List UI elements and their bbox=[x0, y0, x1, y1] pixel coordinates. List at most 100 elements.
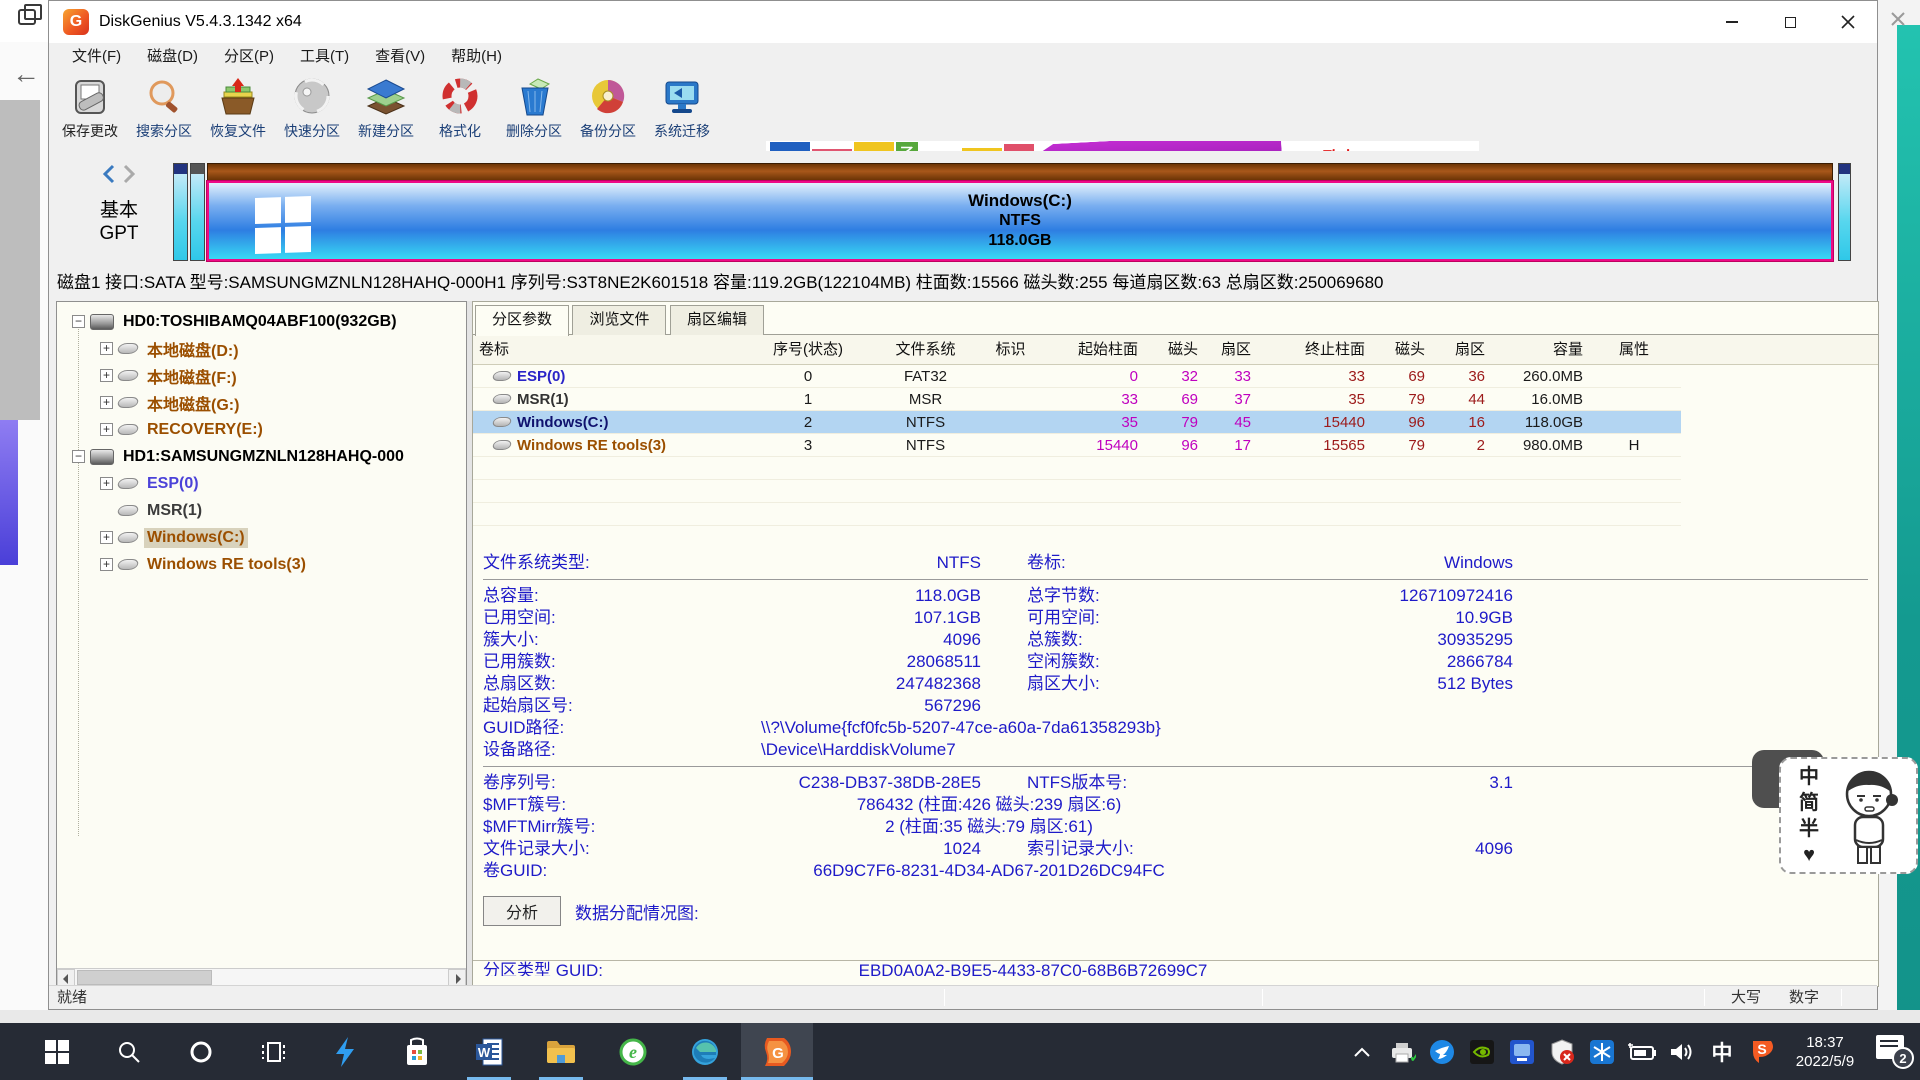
column-header[interactable]: 标识 bbox=[978, 335, 1043, 364]
tree-item[interactable]: +Windows(C:) bbox=[57, 524, 466, 551]
detail-value: 4096 bbox=[669, 629, 981, 651]
menu-item[interactable]: 帮助(H) bbox=[438, 43, 515, 71]
expand-icon[interactable]: + bbox=[100, 558, 113, 571]
internet-explorer-button[interactable]: e bbox=[597, 1023, 669, 1080]
scrollbar-thumb[interactable] bbox=[77, 970, 212, 985]
expand-icon[interactable]: + bbox=[100, 396, 113, 409]
word-button[interactable]: W bbox=[453, 1023, 525, 1080]
new-partition-button[interactable]: 新建分区 bbox=[349, 71, 423, 149]
tree-item[interactable]: +RECOVERY(E:) bbox=[57, 416, 466, 443]
tray-printer-icon[interactable]: ✓ bbox=[1382, 1023, 1422, 1080]
table-row[interactable]: Windows RE tools(3)3NTFS1544096171556579… bbox=[473, 434, 1681, 457]
tree-horizontal-scrollbar[interactable] bbox=[57, 968, 466, 986]
column-header[interactable]: 磁头 bbox=[1375, 335, 1435, 364]
restore-window-icon[interactable] bbox=[18, 9, 36, 25]
collapse-icon[interactable]: − bbox=[72, 450, 85, 463]
menu-item[interactable]: 工具(T) bbox=[287, 43, 362, 71]
tab-sector-edit[interactable]: 扇区编辑 bbox=[670, 305, 764, 335]
tray-chevron-up-icon[interactable] bbox=[1342, 1023, 1382, 1080]
collapse-icon[interactable]: − bbox=[72, 315, 85, 328]
column-header[interactable]: 文件系统 bbox=[873, 335, 978, 364]
disk-nav-arrows[interactable] bbox=[89, 163, 149, 185]
title-bar: G DiskGenius V5.4.3.1342 x64 bbox=[49, 1, 1877, 43]
quick-partition-button[interactable]: 快速分区 bbox=[275, 71, 349, 149]
column-header[interactable]: 序号(状态) bbox=[743, 335, 873, 364]
search-partition-button[interactable]: 搜索分区 bbox=[127, 71, 201, 149]
tree-item[interactable]: +本地磁盘(G:) bbox=[57, 389, 466, 416]
scroll-right-icon[interactable] bbox=[448, 969, 466, 986]
tray-dingtalk-icon[interactable] bbox=[1422, 1023, 1462, 1080]
microsoft-store-button[interactable] bbox=[381, 1023, 453, 1080]
background-close-icon[interactable] bbox=[1884, 4, 1914, 34]
column-header[interactable]: 扇区 bbox=[1208, 335, 1261, 364]
volume-name-cell: Windows RE tools(3) bbox=[473, 434, 743, 456]
maximize-button[interactable] bbox=[1761, 1, 1819, 43]
tray-sogou-icon[interactable]: S bbox=[1742, 1023, 1782, 1080]
taskbar-clock[interactable]: 18:37 2022/5/9 bbox=[1782, 1033, 1868, 1071]
tray-snowflake-icon[interactable] bbox=[1582, 1023, 1622, 1080]
tray-intel-graphics-icon[interactable] bbox=[1502, 1023, 1542, 1080]
column-header[interactable]: 容量 bbox=[1495, 335, 1595, 364]
table-row[interactable]: ESP(0)0FAT3203233336936260.0MB bbox=[473, 365, 1681, 388]
flash-app-icon[interactable] bbox=[309, 1023, 381, 1080]
minimize-button[interactable] bbox=[1703, 1, 1761, 43]
sogou-ime-widget[interactable]: 中简半♥ bbox=[1779, 757, 1918, 874]
tree-item[interactable]: MSR(1) bbox=[57, 497, 466, 524]
format-button[interactable]: 格式化 bbox=[423, 71, 497, 149]
tab-browse-files[interactable]: 浏览文件 bbox=[572, 305, 666, 335]
notification-center-button[interactable]: 2 bbox=[1868, 1023, 1920, 1080]
tree-item[interactable]: −HD1:SAMSUNGMZNLN128HAHQ-000 bbox=[57, 443, 466, 470]
expand-icon[interactable]: + bbox=[100, 342, 113, 355]
expand-icon[interactable]: + bbox=[100, 423, 113, 436]
partition-block-esp[interactable] bbox=[173, 163, 188, 261]
expand-icon[interactable]: + bbox=[100, 369, 113, 382]
diskgenius-window: G DiskGenius V5.4.3.1342 x64 文件(F)磁盘(D)分… bbox=[48, 0, 1878, 1010]
edge-button[interactable] bbox=[669, 1023, 741, 1080]
partition-block-end[interactable] bbox=[1838, 163, 1851, 261]
scroll-left-icon[interactable] bbox=[57, 969, 75, 986]
file-explorer-button[interactable] bbox=[525, 1023, 597, 1080]
tree-item[interactable]: +Windows RE tools(3) bbox=[57, 551, 466, 578]
column-header[interactable]: 磁头 bbox=[1148, 335, 1208, 364]
column-header[interactable]: 卷标 bbox=[473, 335, 743, 364]
expand-icon[interactable]: + bbox=[100, 531, 113, 544]
save-changes-button[interactable]: 保存更改 bbox=[53, 71, 127, 149]
menu-item[interactable]: 磁盘(D) bbox=[134, 43, 211, 71]
tree-item[interactable]: +本地磁盘(D:) bbox=[57, 335, 466, 362]
partition-block-windows-c[interactable]: Windows(C:) NTFS 118.0GB bbox=[207, 181, 1833, 261]
partition-detail-panel: 分区参数 浏览文件 扇区编辑 卷标序号(状态)文件系统标识起始柱面磁头扇区终止柱… bbox=[472, 301, 1879, 987]
tray-battery-icon[interactable] bbox=[1622, 1023, 1662, 1080]
cortana-button[interactable] bbox=[165, 1023, 237, 1080]
expand-icon[interactable]: + bbox=[100, 477, 113, 490]
tray-speaker-icon[interactable] bbox=[1662, 1023, 1702, 1080]
menu-item[interactable]: 分区(P) bbox=[211, 43, 287, 71]
start-button[interactable] bbox=[21, 1023, 93, 1080]
backup-partition-button[interactable]: 备份分区 bbox=[571, 71, 645, 149]
tray-nvidia-icon[interactable] bbox=[1462, 1023, 1502, 1080]
search-button[interactable] bbox=[93, 1023, 165, 1080]
tree-item[interactable]: +ESP(0) bbox=[57, 470, 466, 497]
back-arrow-icon[interactable]: ← bbox=[12, 58, 40, 90]
delete-partition-button[interactable]: 删除分区 bbox=[497, 71, 571, 149]
column-header[interactable]: 扇区 bbox=[1435, 335, 1495, 364]
task-view-button[interactable] bbox=[237, 1023, 309, 1080]
recover-files-button[interactable]: 恢复文件 bbox=[201, 71, 275, 149]
close-button[interactable] bbox=[1819, 1, 1877, 43]
tab-partition-params[interactable]: 分区参数 bbox=[475, 305, 569, 336]
table-row[interactable]: Windows(C:)2NTFS357945154409616118.0GB bbox=[473, 411, 1681, 434]
tray-security-shield-icon[interactable] bbox=[1542, 1023, 1582, 1080]
column-header[interactable]: 终止柱面 bbox=[1261, 335, 1375, 364]
partition-block-msr[interactable] bbox=[190, 163, 205, 261]
menu-item[interactable]: 查看(V) bbox=[362, 43, 438, 71]
diskgenius-taskbar-button[interactable]: G bbox=[741, 1023, 813, 1080]
toolbar-label: 删除分区 bbox=[506, 121, 562, 141]
menu-item[interactable]: 文件(F) bbox=[59, 43, 134, 71]
tree-item[interactable]: −HD0:TOSHIBAMQ04ABF100(932GB) bbox=[57, 308, 466, 335]
column-header[interactable]: 属性 bbox=[1595, 335, 1673, 364]
analyze-button[interactable]: 分析 bbox=[483, 896, 561, 926]
tray-ime-indicator[interactable]: 中 bbox=[1702, 1023, 1742, 1080]
table-row[interactable]: MSR(1)1MSR33693735794416.0MB bbox=[473, 388, 1681, 411]
column-header[interactable]: 起始柱面 bbox=[1043, 335, 1148, 364]
system-migrate-button[interactable]: 系统迁移 bbox=[645, 71, 719, 149]
tree-item[interactable]: +本地磁盘(F:) bbox=[57, 362, 466, 389]
